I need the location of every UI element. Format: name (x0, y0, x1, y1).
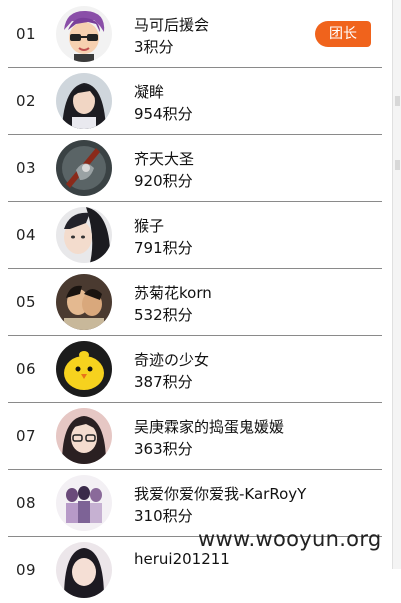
user-name: 吴庚霖家的捣蛋鬼媛媛 (134, 418, 285, 436)
user-points: 532积分 (134, 306, 193, 324)
ranking-row[interactable]: 03 齐天大圣 920积分 (0, 135, 392, 201)
leader-badge: 团长 (315, 21, 371, 47)
ranking-row[interactable]: 05 苏菊花korn 532积分 (0, 269, 392, 335)
rank-number: 07 (16, 427, 37, 445)
rank-number: 02 (16, 92, 37, 110)
avatar[interactable] (56, 341, 112, 397)
user-points: 954积分 (134, 105, 193, 123)
rank-number: 08 (16, 494, 37, 512)
user-photo-icon (56, 408, 112, 464)
cartoon-avatar-icon (56, 6, 112, 62)
avatar[interactable] (56, 207, 112, 263)
ranking-row[interactable]: 04 猴子 791积分 (0, 202, 392, 268)
ranking-row[interactable]: 07 吴庚霖家的捣蛋鬼媛媛 363积分 (0, 403, 392, 469)
avatar[interactable] (56, 73, 112, 129)
monkey-king-art-icon (56, 140, 112, 196)
ranking-row[interactable]: 06 奇迹の少女 387积分 (0, 336, 392, 402)
user-name: 猴子 (134, 217, 165, 235)
user-name: 齐天大圣 (134, 150, 195, 168)
avatar[interactable] (56, 6, 112, 62)
user-name: 奇迹の少女 (134, 351, 210, 369)
ranking-row[interactable]: 01 马可后援会 3积分 团长 (0, 1, 392, 67)
avatar[interactable] (56, 140, 112, 196)
rank-number: 03 (16, 159, 37, 177)
rank-number: 01 (16, 25, 37, 43)
couple-photo-icon (56, 274, 112, 330)
ranking-list: 01 马可后援会 3积分 团长 02 凝眸 954积分 03 齐天大圣 920积… (0, 0, 392, 598)
user-points: 310积分 (134, 507, 193, 525)
rank-number: 09 (16, 561, 37, 579)
user-points: 363积分 (134, 440, 193, 458)
user-name: 马可后援会 (134, 16, 210, 34)
avatar[interactable] (56, 408, 112, 464)
user-name: 凝眸 (134, 83, 165, 101)
user-points: 3积分 (134, 38, 174, 56)
scroll-edge (392, 0, 401, 569)
yellow-chick-icon (56, 341, 112, 397)
user-photo-icon (56, 73, 112, 129)
watermark: www.wooyun.org (198, 527, 382, 551)
rank-number: 04 (16, 226, 37, 244)
avatar[interactable] (56, 542, 112, 598)
user-photo-icon (56, 207, 112, 263)
avatar[interactable] (56, 475, 112, 531)
group-drawing-icon (56, 475, 112, 531)
rank-number: 06 (16, 360, 37, 378)
user-name: herui201211 (134, 550, 230, 568)
user-points: 387积分 (134, 373, 193, 391)
rank-number: 05 (16, 293, 37, 311)
user-name: 我爱你爱你爱我-KarRoyY (134, 485, 307, 503)
user-name: 苏菊花korn (134, 284, 212, 302)
user-points: 920积分 (134, 172, 193, 190)
user-points: 791积分 (134, 239, 193, 257)
user-photo-icon (56, 542, 112, 598)
avatar[interactable] (56, 274, 112, 330)
ranking-row[interactable]: 02 凝眸 954积分 (0, 68, 392, 134)
